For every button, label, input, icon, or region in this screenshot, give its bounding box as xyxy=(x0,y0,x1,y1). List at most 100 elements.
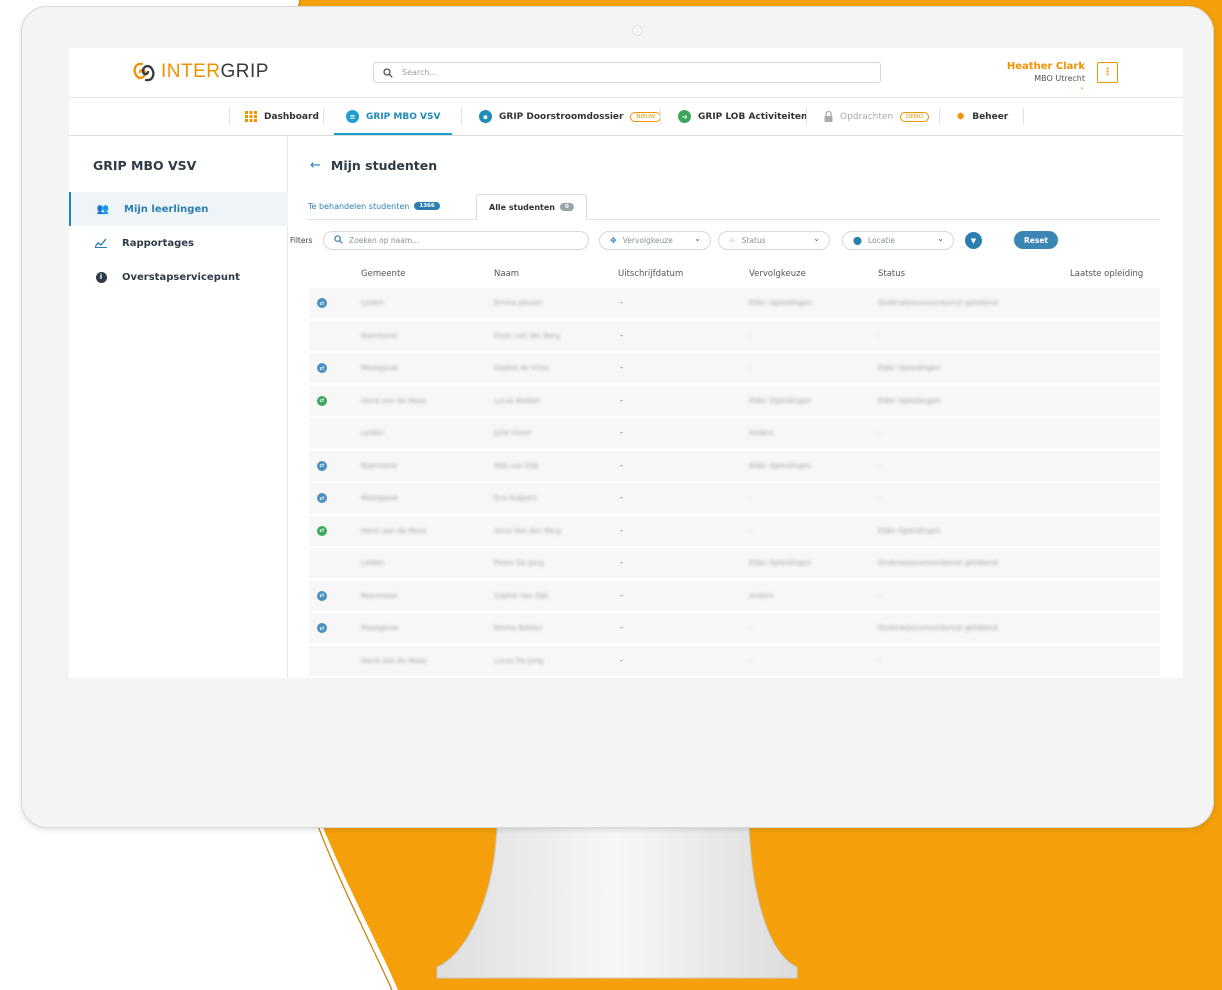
cell-vervolgkeuze: - xyxy=(749,624,752,632)
student-table: ⇄ Leiden Emma Jansen - Elder Opleidingen Onde… xyxy=(309,288,1160,678)
tab-label: GRIP Doorstroomdossier xyxy=(499,111,624,122)
filter-toggle-button[interactable]: ▼ xyxy=(965,232,982,249)
users-icon: 👥 xyxy=(96,203,110,215)
table-row[interactable]: ⇄ Horst aan de Maas Lucas Bakker - Elder Opl… xyxy=(309,385,1160,416)
table-row[interactable]: Leiden Pieter De Jong - Elder Opleidingen On… xyxy=(309,548,1160,578)
tab-grip-mbo-vsv[interactable]: ≡ GRIP MBO VSV xyxy=(333,98,453,135)
kebab-icon[interactable]: ⋮ xyxy=(1097,62,1118,83)
cell-naam: Emma Jansen xyxy=(494,299,542,307)
column-header[interactable]: Naam xyxy=(494,269,519,279)
cell-uitschrijfdatum: - xyxy=(620,363,623,372)
tab-divider xyxy=(1023,108,1024,125)
cell-uitschrijfdatum: - xyxy=(620,558,623,567)
transfer-status-icon: ⇄ xyxy=(317,363,327,373)
cell-status: - xyxy=(878,591,881,600)
table-row[interactable]: Roermond Daan van der Berg - - - xyxy=(309,320,1160,351)
search-icon xyxy=(334,235,343,246)
cell-uitschrijfdatum: - xyxy=(620,655,623,665)
chevron-down-icon: ⌄ xyxy=(813,234,820,243)
subtab-te-behandelen[interactable]: Te behandelen studenten 1366 xyxy=(308,194,440,218)
cell-naam: Emma Bakker xyxy=(494,624,543,632)
column-header[interactable]: Uitschrijfdatum xyxy=(618,269,683,279)
column-header[interactable]: Laatste opleiding xyxy=(1070,269,1143,279)
chevron-down-icon: ⌄ xyxy=(937,234,944,243)
tab-opdrachten[interactable]: Opdrachten DEMO xyxy=(824,98,929,135)
subtab-label: Alle studenten xyxy=(489,202,555,212)
funnel-icon: ▼ xyxy=(970,236,977,245)
tab-beheer[interactable]: ✹ Beheer xyxy=(956,98,1008,135)
count-badge: 1366 xyxy=(414,202,440,210)
sidebar-item-overstapservicepunt[interactable]: i Overstapservicepunt xyxy=(69,260,287,294)
subtab-label: Te behandelen studenten xyxy=(308,201,410,211)
tab-label: GRIP LOB Activiteiten xyxy=(698,111,808,122)
filter-icon: ≡ xyxy=(346,110,359,123)
cell-vervolgkeuze: - xyxy=(749,526,752,535)
cell-status: Elder Opleidingen xyxy=(878,526,941,535)
tab-divider xyxy=(806,108,807,125)
tab-label: GRIP MBO VSV xyxy=(366,111,441,122)
cell-naam: Julia Visser xyxy=(494,429,532,437)
cell-uitschrijfdatum: - xyxy=(620,298,623,307)
table-row[interactable]: ⇄ Horst aan de Maas Anna Van den Berg - - Eld… xyxy=(309,515,1160,546)
gear-icon: ✹ xyxy=(956,110,966,123)
select-label: Vervolgkeuze xyxy=(622,236,673,245)
status-select[interactable]: ⁘ Status ⌄ xyxy=(718,231,830,250)
tab-label: Dashboard xyxy=(264,111,319,122)
table-row[interactable]: ⇄ Maasgouw Eva Kuijpers - - - xyxy=(309,483,1160,513)
cell-gemeente: Roermond xyxy=(361,591,397,600)
table-row[interactable]: Leiden Julia Visser - Anders - xyxy=(309,418,1160,448)
sidebar-item-rapportages[interactable]: Rapportages xyxy=(69,226,287,260)
table-row[interactable]: Horst aan de Maas Lucas De Jong - - - xyxy=(309,645,1160,676)
back-arrow-icon[interactable]: ← xyxy=(310,158,321,173)
user-menu[interactable]: Heather Clark MBO Utrecht ⌄ xyxy=(1007,61,1085,91)
sidebar-title: GRIP MBO VSV xyxy=(93,158,197,173)
global-search-input[interactable]: Search... xyxy=(373,62,881,83)
cell-uitschrijfdatum: - xyxy=(620,623,623,632)
cell-naam: Pieter De Jong xyxy=(494,559,544,567)
chevron-down-icon: ⌄ xyxy=(694,234,701,243)
cell-uitschrijfdatum: - xyxy=(620,395,623,405)
demo-badge: DEMO xyxy=(900,111,929,122)
transfer-status-icon: ⇄ xyxy=(317,590,327,601)
transfer-status-icon: ⇄ xyxy=(317,460,327,471)
cell-vervolgkeuze: - xyxy=(749,364,752,372)
column-header[interactable]: Vervolgkeuze xyxy=(749,269,806,279)
locatie-select[interactable]: ⬤ Locatie ⌄ xyxy=(842,231,954,250)
intergrip-logo[interactable]: INTERGRIP xyxy=(131,60,269,84)
cell-status: - xyxy=(878,656,881,665)
vervolgkeuze-select[interactable]: ✥ Vervolgkeuze ⌄ xyxy=(599,231,711,250)
tab-label: Beheer xyxy=(972,111,1009,122)
table-row[interactable]: ⇄ Maasgouw Sophie de Vries - - Elder Opleidin… xyxy=(309,353,1160,383)
table-row[interactable]: ⇄ Roermond Sophie Van Dijk - Anders - xyxy=(309,580,1160,611)
table-row[interactable]: ⇄ Roermond Milo van Dijk - Elder Opleidingen… xyxy=(309,450,1160,481)
cell-gemeente: Maasgouw xyxy=(361,624,399,632)
tab-grip-doorstroomdossier[interactable]: ▪ GRIP Doorstroomdossier NIEUW xyxy=(479,98,662,135)
tab-divider xyxy=(660,108,661,125)
table-row[interactable]: ⇄ Leiden Emma Jansen - Elder Opleidingen Onde… xyxy=(309,288,1160,318)
table-row[interactable]: ⇄ Maasgouw Emma Bakker - - Onderwijsovereenko… xyxy=(309,613,1160,643)
cell-naam: Lucas De Jong xyxy=(494,656,544,665)
transfer-status-icon: ⇄ xyxy=(317,298,327,308)
select-label: Status xyxy=(741,236,766,245)
cell-status: Onderwijsovereenkomst getekend xyxy=(878,624,998,632)
column-header[interactable]: Gemeente xyxy=(361,269,406,279)
tab-grip-lob-activiteiten[interactable]: ➜ GRIP LOB Activiteiten xyxy=(678,98,807,135)
info-icon: i xyxy=(94,271,108,283)
tab-divider xyxy=(461,108,462,125)
sidebar-item-mijn-leerlingen[interactable]: 👥 Mijn leerlingen xyxy=(69,192,289,226)
transfer-status-icon: ⇄ xyxy=(317,623,327,633)
cell-gemeente: Roermond xyxy=(361,461,397,470)
column-header[interactable]: Status xyxy=(878,269,905,279)
cell-naam: Sophie de Vries xyxy=(494,364,549,372)
name-search-input[interactable]: Zoeken op naam... xyxy=(323,231,589,250)
subtab-alle-studenten[interactable]: Alle studenten 0 xyxy=(476,194,587,220)
cell-uitschrijfdatum: - xyxy=(620,493,623,502)
table-header: Gemeente Naam Uitschrijfdatum Vervolgkeu… xyxy=(288,269,1183,283)
cell-uitschrijfdatum: - xyxy=(620,330,623,340)
tab-dashboard[interactable]: Dashboard xyxy=(245,98,319,135)
cell-gemeente: Leiden xyxy=(361,299,385,307)
reset-button[interactable]: Reset xyxy=(1014,231,1058,249)
lock-icon xyxy=(824,111,833,122)
grid-icon xyxy=(245,111,257,122)
cell-status: Onderwijsovereenkomst getekend xyxy=(878,559,998,567)
